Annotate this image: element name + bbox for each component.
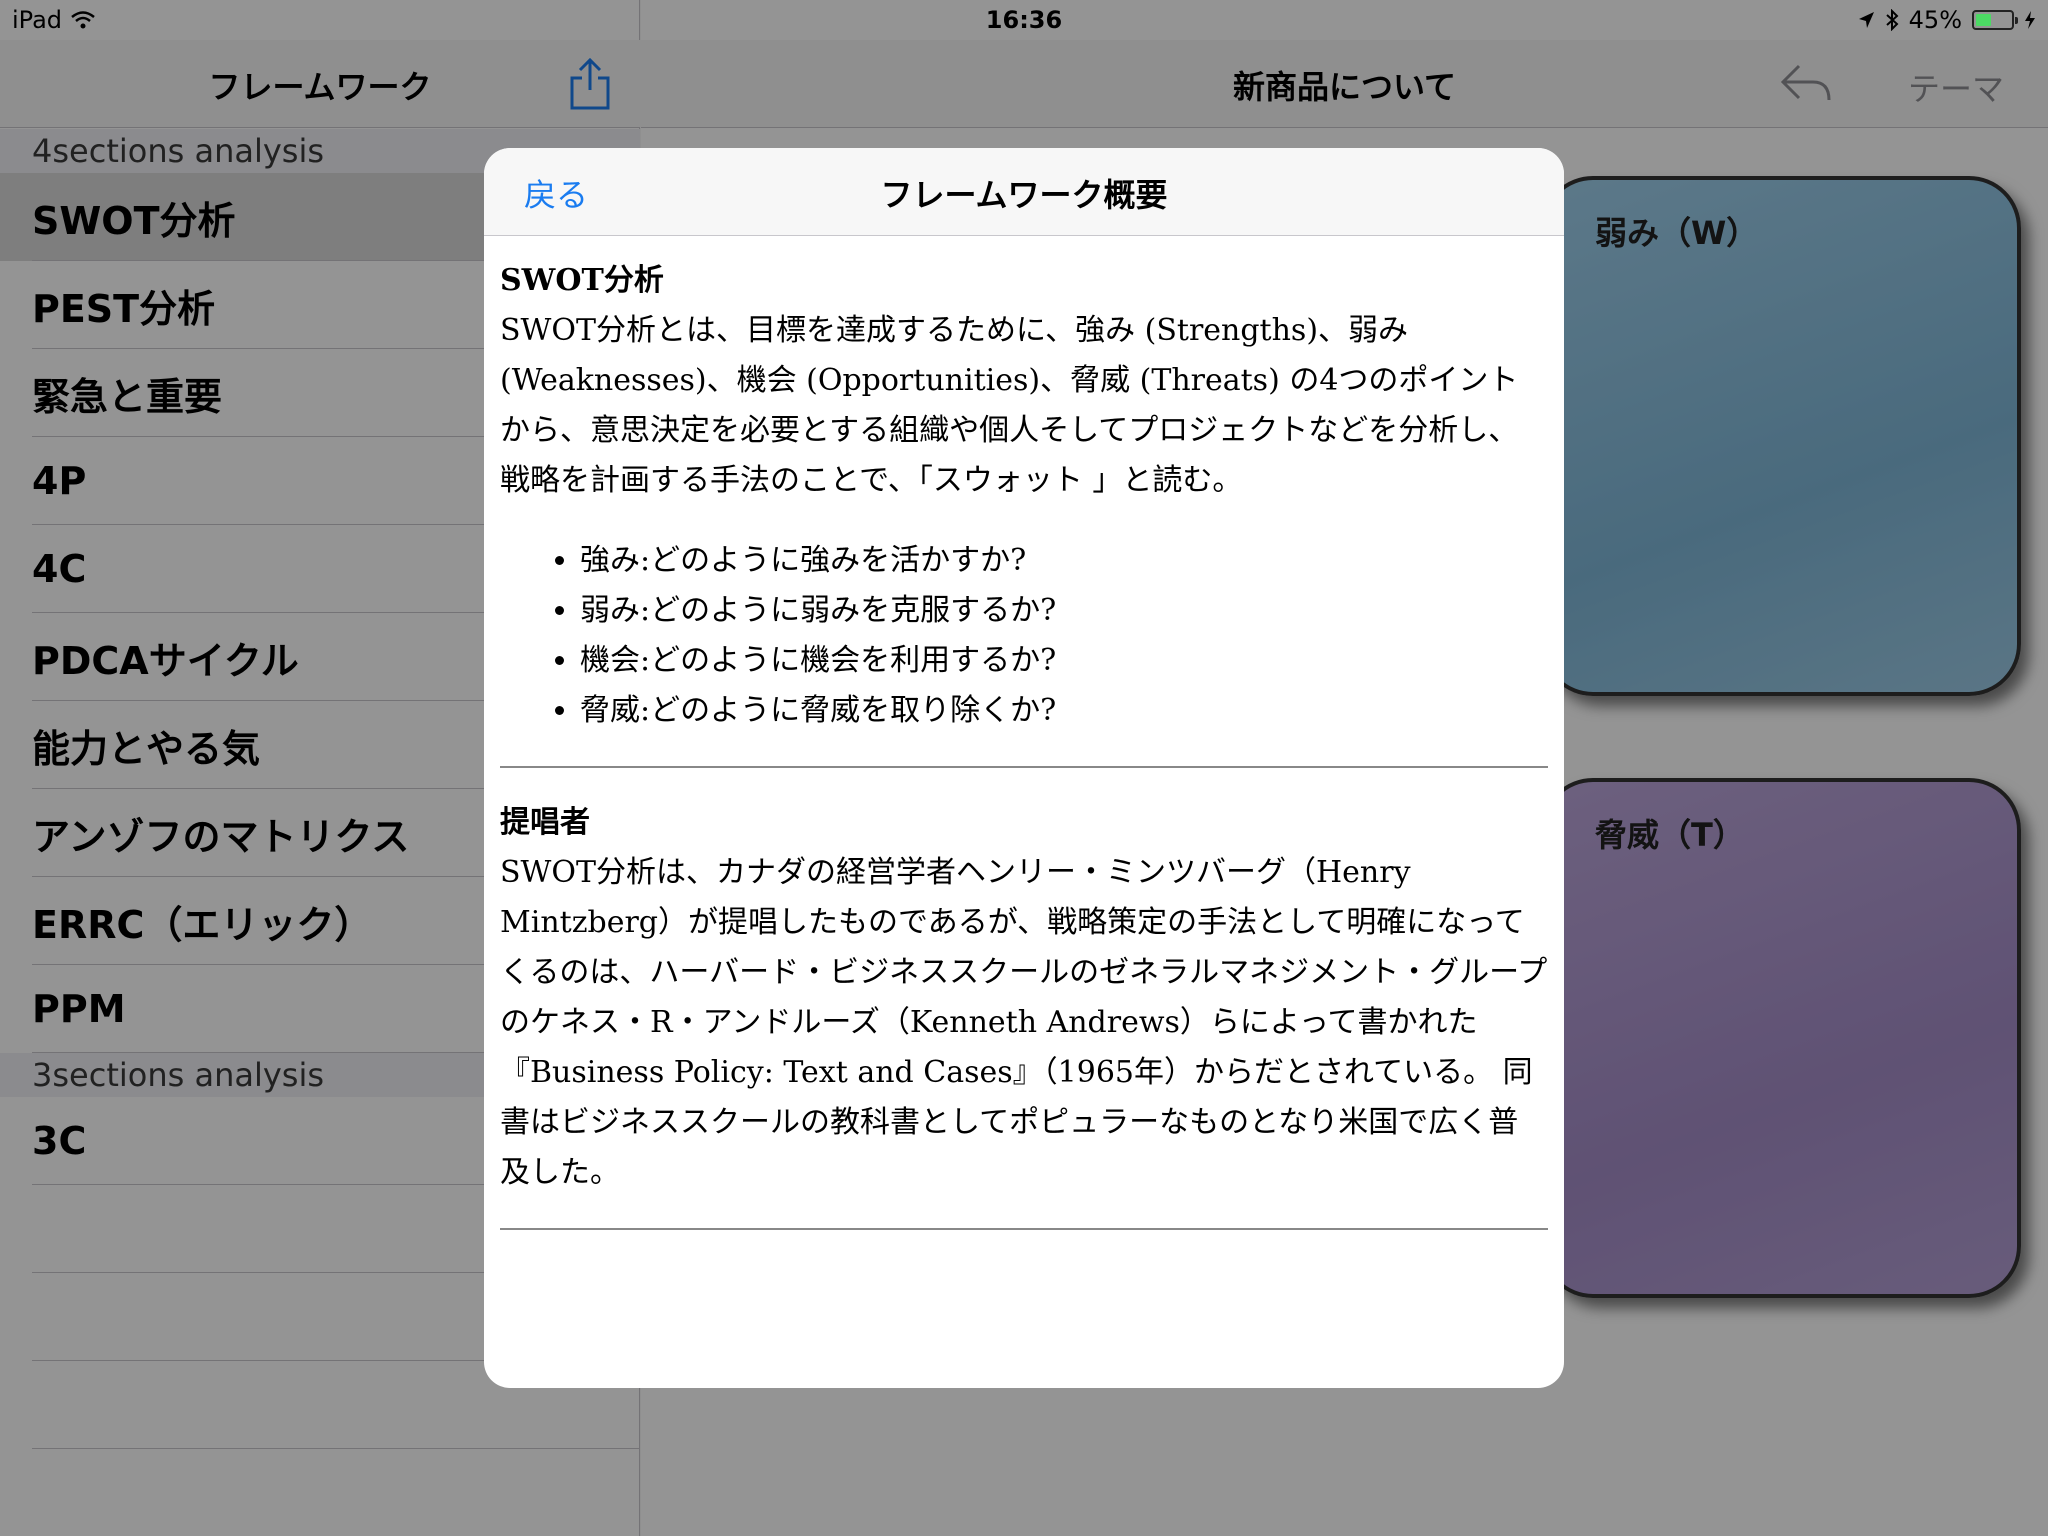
- section-heading-swot: SWOT分析: [500, 263, 664, 298]
- battery-fill: [1976, 14, 1992, 26]
- modal-content: SWOT分析 SWOT分析とは、目標を達成するために、強み (Strengths…: [484, 236, 1564, 1230]
- battery-percent: 45%: [1908, 6, 1962, 34]
- status-time: 16:36: [985, 6, 1063, 34]
- battery-icon: [1972, 10, 2018, 30]
- section-text-proposer: SWOT分析は、カナダの経営学者ヘンリー・ミンツバーグ（Henry Mintzb…: [500, 855, 1548, 1190]
- bluetooth-icon: [1885, 9, 1899, 31]
- modal-title: フレームワーク概要: [880, 176, 1168, 214]
- location-icon: [1858, 12, 1874, 28]
- list-item: 強み:どのように強みを活かすか?: [580, 536, 1548, 586]
- charging-icon: [2025, 11, 2035, 29]
- modal-nav-bar: 戻る フレームワーク概要: [484, 148, 1564, 236]
- list-item: 脅威:どのように脅威を取り除くか?: [580, 686, 1548, 736]
- list-item: 機会:どのように機会を利用するか?: [580, 636, 1548, 686]
- swot-question-list: 強み:どのように強みを活かすか? 弱み:どのように弱みを克服するか? 機会:どの…: [500, 536, 1548, 736]
- status-bar: iPad 16:36 45%: [0, 0, 2048, 40]
- status-right: 45%: [1857, 6, 2036, 34]
- list-item: 弱み:どのように弱みを克服するか?: [580, 586, 1548, 636]
- section-text-swot: SWOT分析とは、目標を達成するために、強み (Strengths)、弱み (W…: [500, 313, 1519, 498]
- divider: [500, 1228, 1548, 1230]
- section-heading-proposer: 提唱者: [500, 805, 590, 840]
- divider: [500, 766, 1548, 768]
- framework-overview-modal: 戻る フレームワーク概要 SWOT分析 SWOT分析とは、目標を達成するために、…: [484, 148, 1564, 1388]
